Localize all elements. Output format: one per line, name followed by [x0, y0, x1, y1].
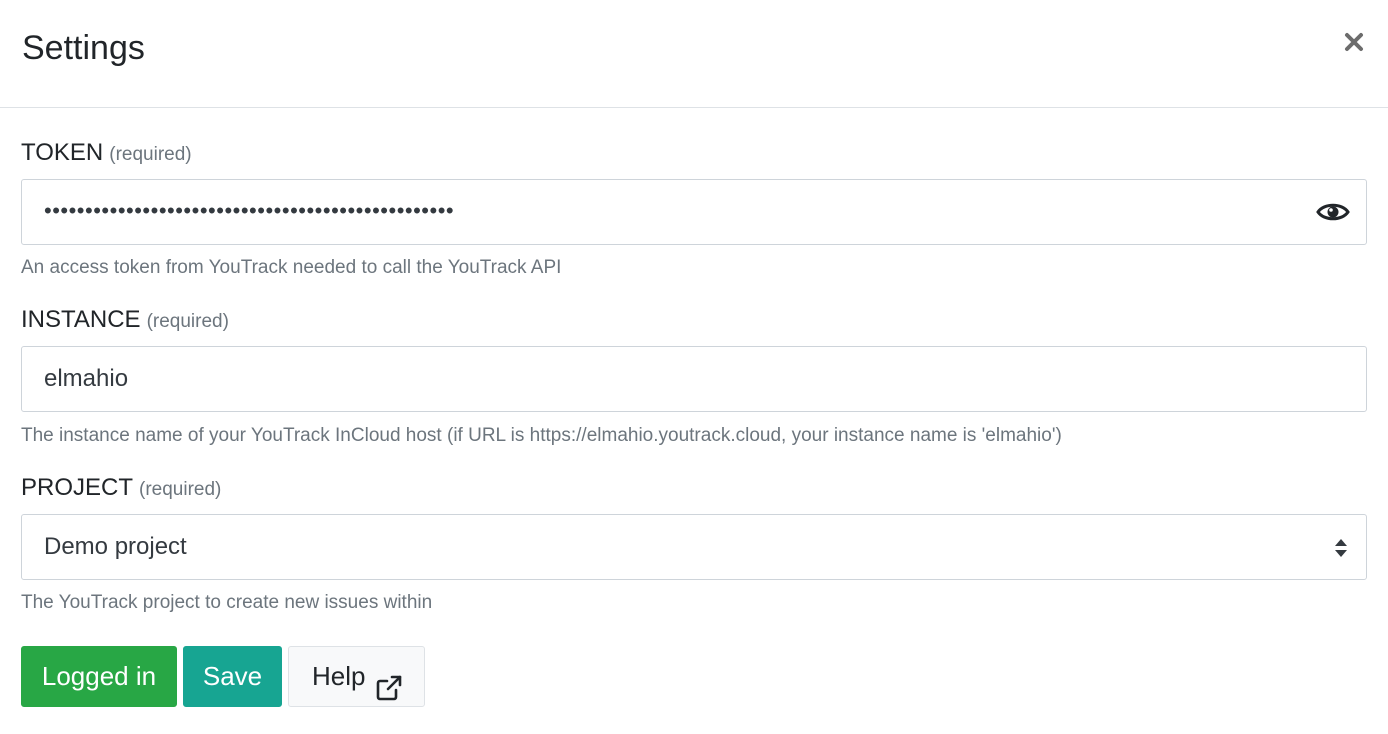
select-arrows-icon	[1334, 538, 1348, 558]
modal-header: Settings	[0, 0, 1388, 108]
project-label-text: PROJECT	[21, 474, 134, 501]
instance-required: (required)	[146, 311, 229, 332]
page-title: Settings	[22, 29, 145, 67]
token-label: TOKEN (required)	[21, 138, 192, 170]
instance-help: The instance name of your YouTrack InClo…	[21, 425, 1062, 446]
logged-in-button[interactable]: Logged in	[21, 646, 177, 707]
eye-icon[interactable]	[1316, 200, 1350, 224]
help-button[interactable]: Help	[288, 646, 425, 707]
instance-input[interactable]: elmahio	[21, 346, 1367, 412]
token-label-text: TOKEN	[21, 139, 104, 166]
token-input[interactable]: ••••••••••••••••••••••••••••••••••••••••…	[21, 179, 1367, 245]
instance-label-text: INSTANCE	[21, 306, 141, 333]
project-selected-value: Demo project	[44, 533, 187, 560]
instance-label: INSTANCE (required)	[21, 305, 229, 337]
token-help: An access token from YouTrack needed to …	[21, 257, 562, 278]
close-icon[interactable]	[1342, 30, 1366, 54]
project-required: (required)	[139, 479, 222, 500]
help-button-label: Help	[312, 661, 366, 691]
project-help: The YouTrack project to create new issue…	[21, 592, 433, 613]
instance-value: elmahio	[44, 365, 129, 392]
external-link-icon	[376, 663, 402, 701]
token-required: (required)	[109, 144, 192, 165]
project-label: PROJECT (required)	[21, 473, 221, 505]
project-select[interactable]: Demo project	[21, 514, 1367, 580]
token-value: ••••••••••••••••••••••••••••••••••••••••…	[44, 198, 455, 223]
save-button[interactable]: Save	[183, 646, 282, 707]
